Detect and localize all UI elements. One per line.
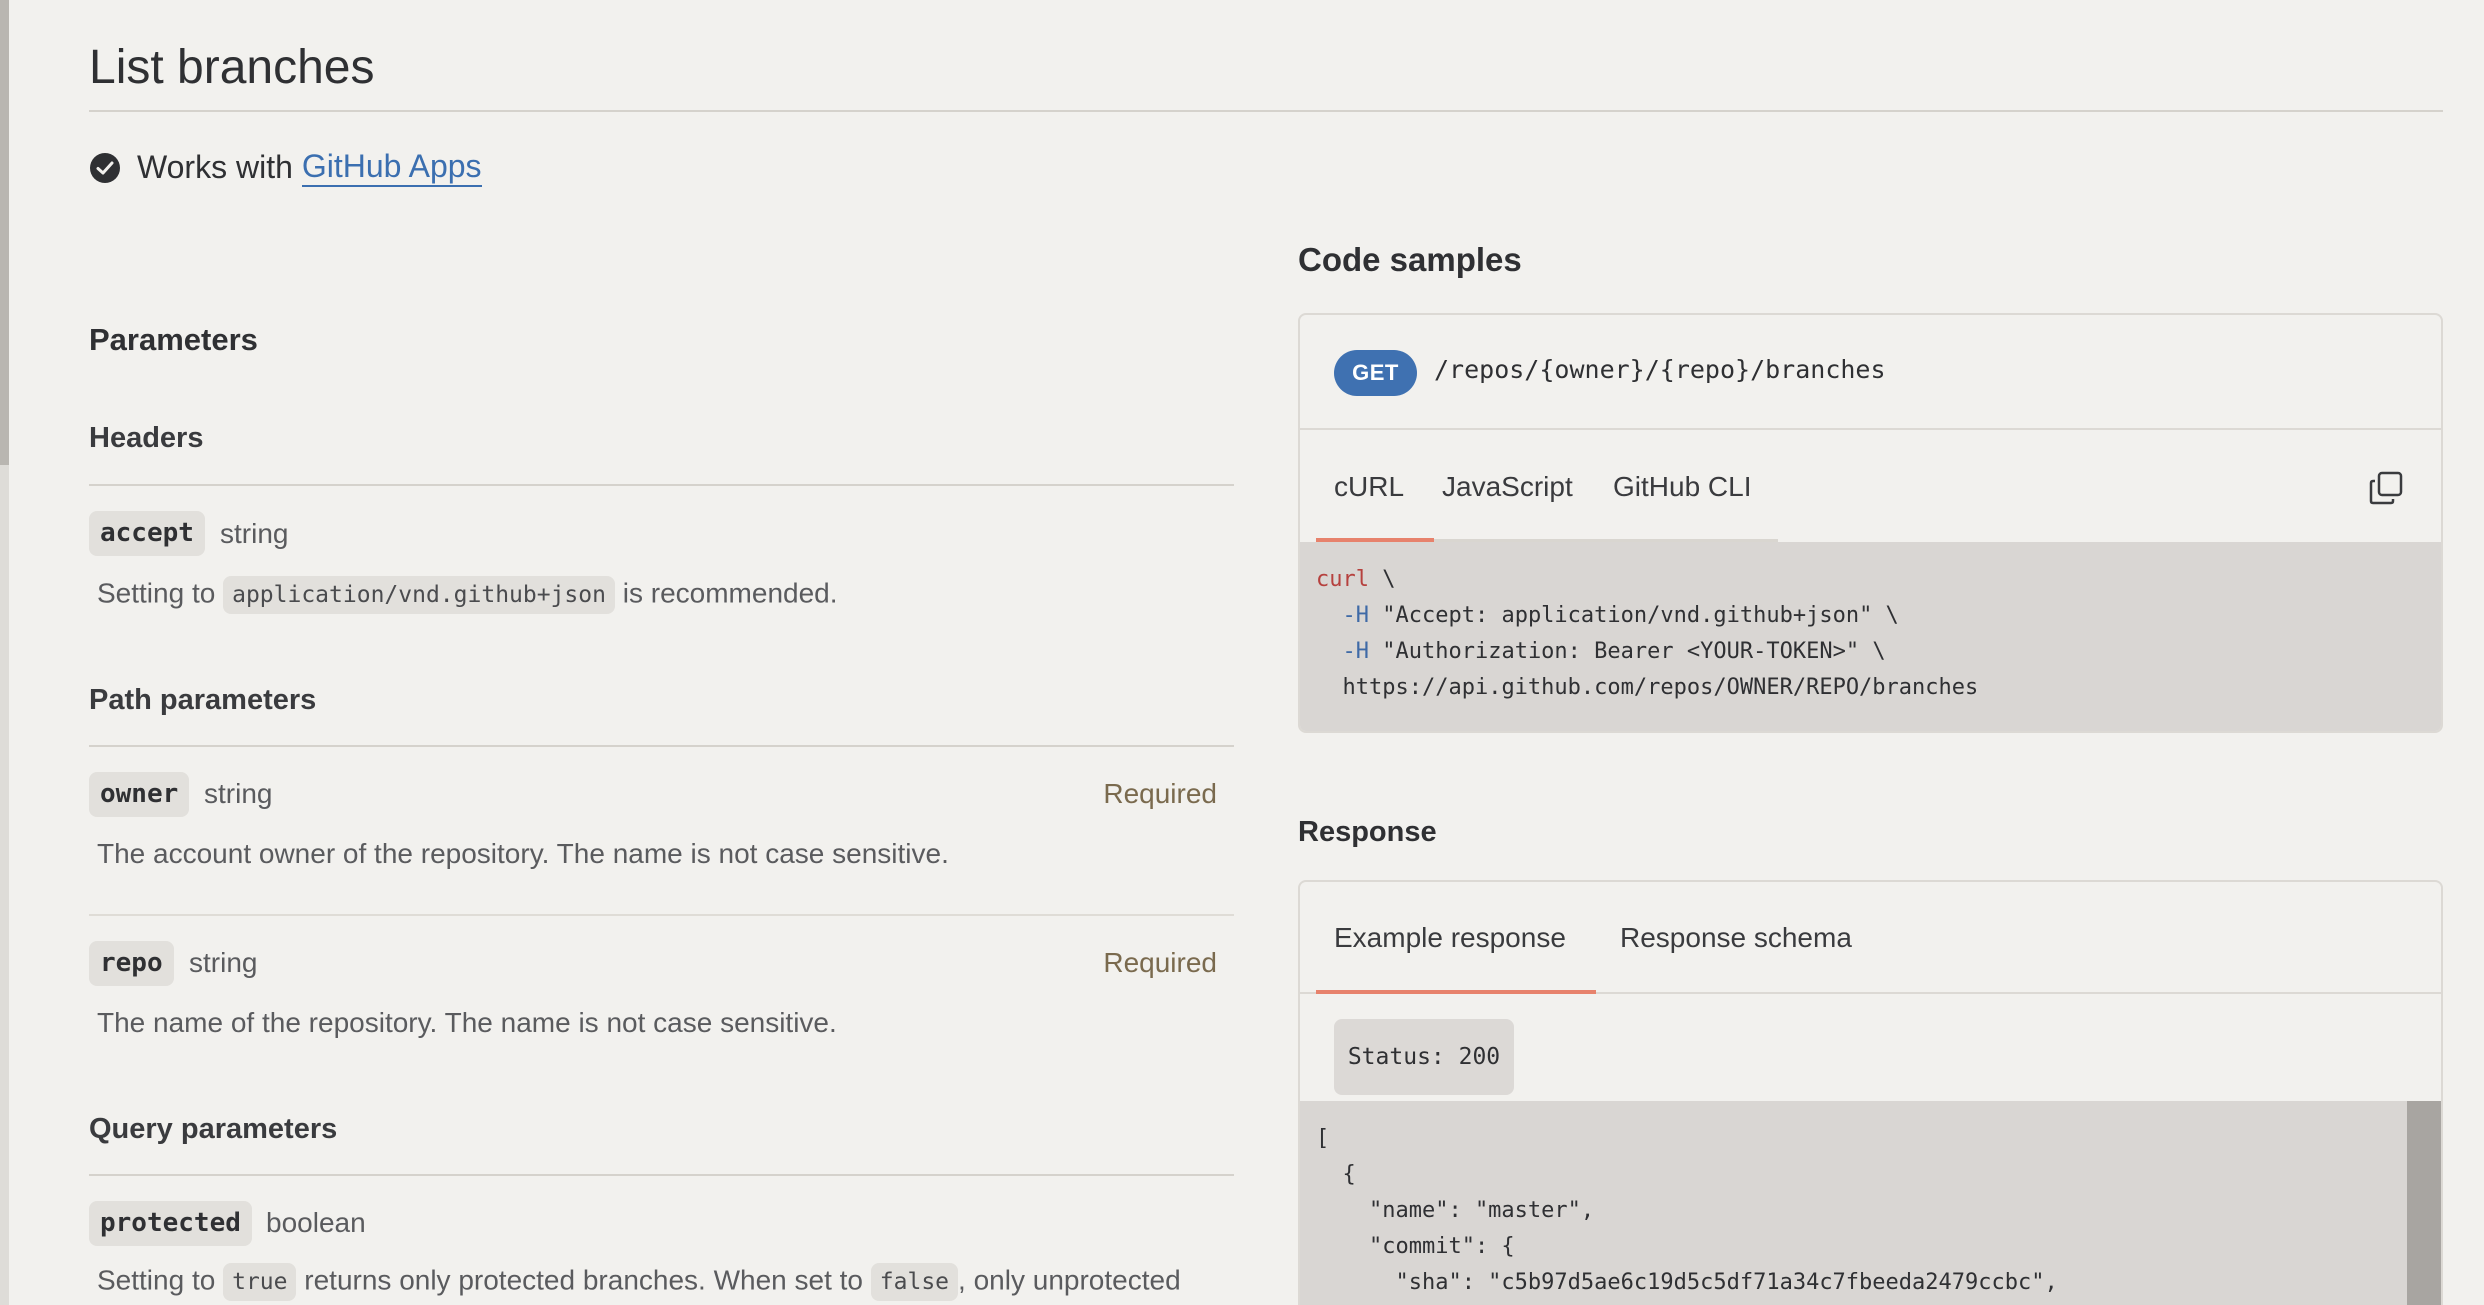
query-params-divider: [89, 1174, 1234, 1176]
code-line-2-flag: -H: [1342, 603, 1370, 628]
tab-javascript[interactable]: JavaScript: [1442, 432, 1573, 542]
works-with-text: Works with: [137, 149, 293, 185]
response-heading: Response: [1298, 816, 1437, 848]
param-protected-desc-mid: returns only protected branches. When se…: [304, 1264, 864, 1296]
path-params-divider: [89, 745, 1234, 747]
github-apps-link[interactable]: GitHub Apps: [301, 148, 482, 187]
code-line-1: curl \: [1316, 562, 2425, 598]
param-owner-type: string: [204, 778, 273, 809]
param-repo-type: string: [189, 947, 258, 978]
tab-response-schema[interactable]: Response schema: [1620, 882, 1852, 994]
param-repo-desc: The name of the repository. The name is …: [97, 1007, 837, 1038]
parameters-heading: Parameters: [89, 322, 258, 357]
param-accept-type: string: [220, 518, 289, 549]
param-accept-desc-suffix: is recommended.: [622, 577, 838, 609]
tab-example-response[interactable]: Example response: [1316, 882, 1596, 994]
example-response-json: [ { "name": "master", "commit": { "sha":…: [1300, 1101, 2441, 1305]
check-circle-icon: [90, 152, 120, 183]
query-params-heading: Query parameters: [89, 1113, 338, 1145]
param-protected-desc: Setting to true returns only protected b…: [97, 1263, 1181, 1301]
param-repo-required: Required: [1103, 947, 1217, 978]
param-accept-desc: Setting to application/vnd.github+json i…: [97, 576, 838, 614]
param-accept-desc-code: application/vnd.github+json: [223, 576, 615, 614]
param-repo-name: repo: [89, 941, 174, 986]
endpoint-row: GET /repos/{owner}/{repo}/branches: [1300, 315, 2441, 430]
code-line-4: https://api.github.com/repos/OWNER/REPO/…: [1316, 670, 2425, 706]
json-line: [: [1316, 1126, 1330, 1151]
code-language-tabs: cURL JavaScript GitHub CLI: [1300, 432, 2441, 542]
path-params-heading: Path parameters: [89, 684, 317, 716]
code-line-4-rest: https://api.github.com/repos/OWNER/REPO/…: [1342, 675, 1979, 700]
json-line: "commit": {: [1316, 1234, 1515, 1259]
tab-curl[interactable]: cURL: [1315, 432, 1435, 542]
json-scrollbar[interactable]: [2407, 1101, 2441, 1305]
copy-icon[interactable]: [2369, 471, 2403, 505]
param-protected-desc-prefix: Setting to: [97, 1264, 216, 1296]
status-badge: Status: 200: [1334, 1019, 1514, 1095]
tab-github-cli[interactable]: GitHub CLI: [1613, 432, 1752, 542]
headers-heading: Headers: [89, 422, 204, 454]
method-badge: GET: [1334, 350, 1417, 396]
response-panel: Example response Response schema Status:…: [1298, 880, 2443, 1305]
response-tabs: Example response Response schema: [1300, 882, 2441, 994]
left-scrollbar[interactable]: [0, 0, 9, 1305]
param-protected-desc-code-true: true: [223, 1263, 297, 1301]
code-samples-heading: Code samples: [1298, 241, 1522, 278]
code-line-2-rest: "Accept: application/vnd.github+json" \: [1369, 603, 1899, 628]
curl-code-block: curl \ -H "Accept: application/vnd.githu…: [1300, 542, 2441, 731]
left-scrollbar-thumb[interactable]: [0, 0, 9, 465]
page: List branches Works with GitHub Apps Par…: [0, 0, 2484, 1305]
json-line: "name": "master",: [1316, 1198, 1595, 1223]
param-owner-name: owner: [89, 772, 190, 817]
owner-divider: [89, 914, 1234, 916]
param-protected-type: boolean: [266, 1207, 366, 1238]
param-owner-desc: The account owner of the repository. The…: [97, 838, 949, 869]
param-accept-name: accept: [89, 511, 205, 556]
param-owner-required: Required: [1103, 778, 1217, 809]
code-line-3: -H "Authorization: Bearer <YOUR-TOKEN>" …: [1316, 634, 2425, 670]
headers-divider: [89, 484, 1234, 486]
title-divider: [89, 110, 2443, 112]
code-line-3-rest: "Authorization: Bearer <YOUR-TOKEN>" \: [1369, 639, 1886, 664]
param-accept-desc-prefix: Setting to: [97, 577, 216, 609]
param-protected-desc-code-false: false: [870, 1263, 959, 1301]
code-samples-panel: GET /repos/{owner}/{repo}/branches cURL …: [1298, 313, 2443, 733]
param-protected-name: protected: [89, 1201, 252, 1246]
endpoint-path: /repos/{owner}/{repo}/branches: [1434, 355, 1886, 384]
json-line: "sha": "c5b97d5ae6c19d5c5df71a34c7fbeeda…: [1316, 1270, 2058, 1295]
param-protected-desc-suffix: , only unprotected: [958, 1264, 1181, 1296]
code-line-1-cmd: curl: [1316, 567, 1369, 592]
code-line-3-flag: -H: [1342, 639, 1370, 664]
code-line-1-rest: \: [1368, 567, 1396, 592]
page-title: List branches: [89, 41, 375, 94]
json-line: {: [1316, 1162, 1356, 1187]
code-line-2: -H "Accept: application/vnd.github+json"…: [1316, 598, 2425, 634]
works-with-row: Works with GitHub Apps: [89, 148, 482, 187]
